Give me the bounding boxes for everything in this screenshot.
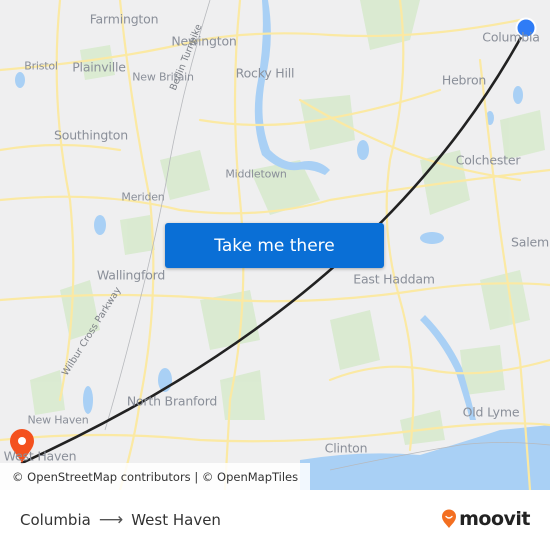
place-label: New Haven [27,413,89,427]
place-label: Plainville [72,59,126,75]
place-label: Southington [54,127,128,143]
place-label: North Branford [126,393,218,409]
moovit-logo[interactable]: moovit [441,508,530,530]
place-label: Clinton [324,440,368,456]
place-label: Wallingford [96,267,166,283]
map[interactable]: Farmington Newington Bristol Plainville … [0,0,550,490]
origin-name: Columbia [20,511,91,529]
place-label: Meriden [121,190,165,204]
moovit-pin-icon [442,509,457,528]
place-label: East Haddam [353,271,435,287]
moovit-wordmark: moovit [459,508,530,530]
route-title: Columbia ⟶ West Haven [20,510,221,530]
place-label: Columbia [482,29,540,45]
place-label: Colchester [455,152,521,168]
place-label: Hebron [441,72,487,88]
place-label: West Haven [3,448,77,464]
place-label: Farmington [89,11,159,27]
arrow-right-icon: ⟶ [98,510,124,530]
map-attribution: © OpenStreetMap contributors | © OpenMap… [0,463,311,490]
place-label: Bristol [24,59,58,73]
take-me-there-button[interactable]: Take me there [165,223,384,268]
place-label: Newington [171,33,237,49]
place-label: Salem [511,234,549,250]
attribution-text[interactable]: © OpenStreetMap contributors | © OpenMap… [12,470,298,484]
place-label: Rocky Hill [235,65,295,81]
place-label: Middletown [225,167,287,181]
destination-name: West Haven [131,511,221,529]
place-label: Old Lyme [462,404,520,420]
